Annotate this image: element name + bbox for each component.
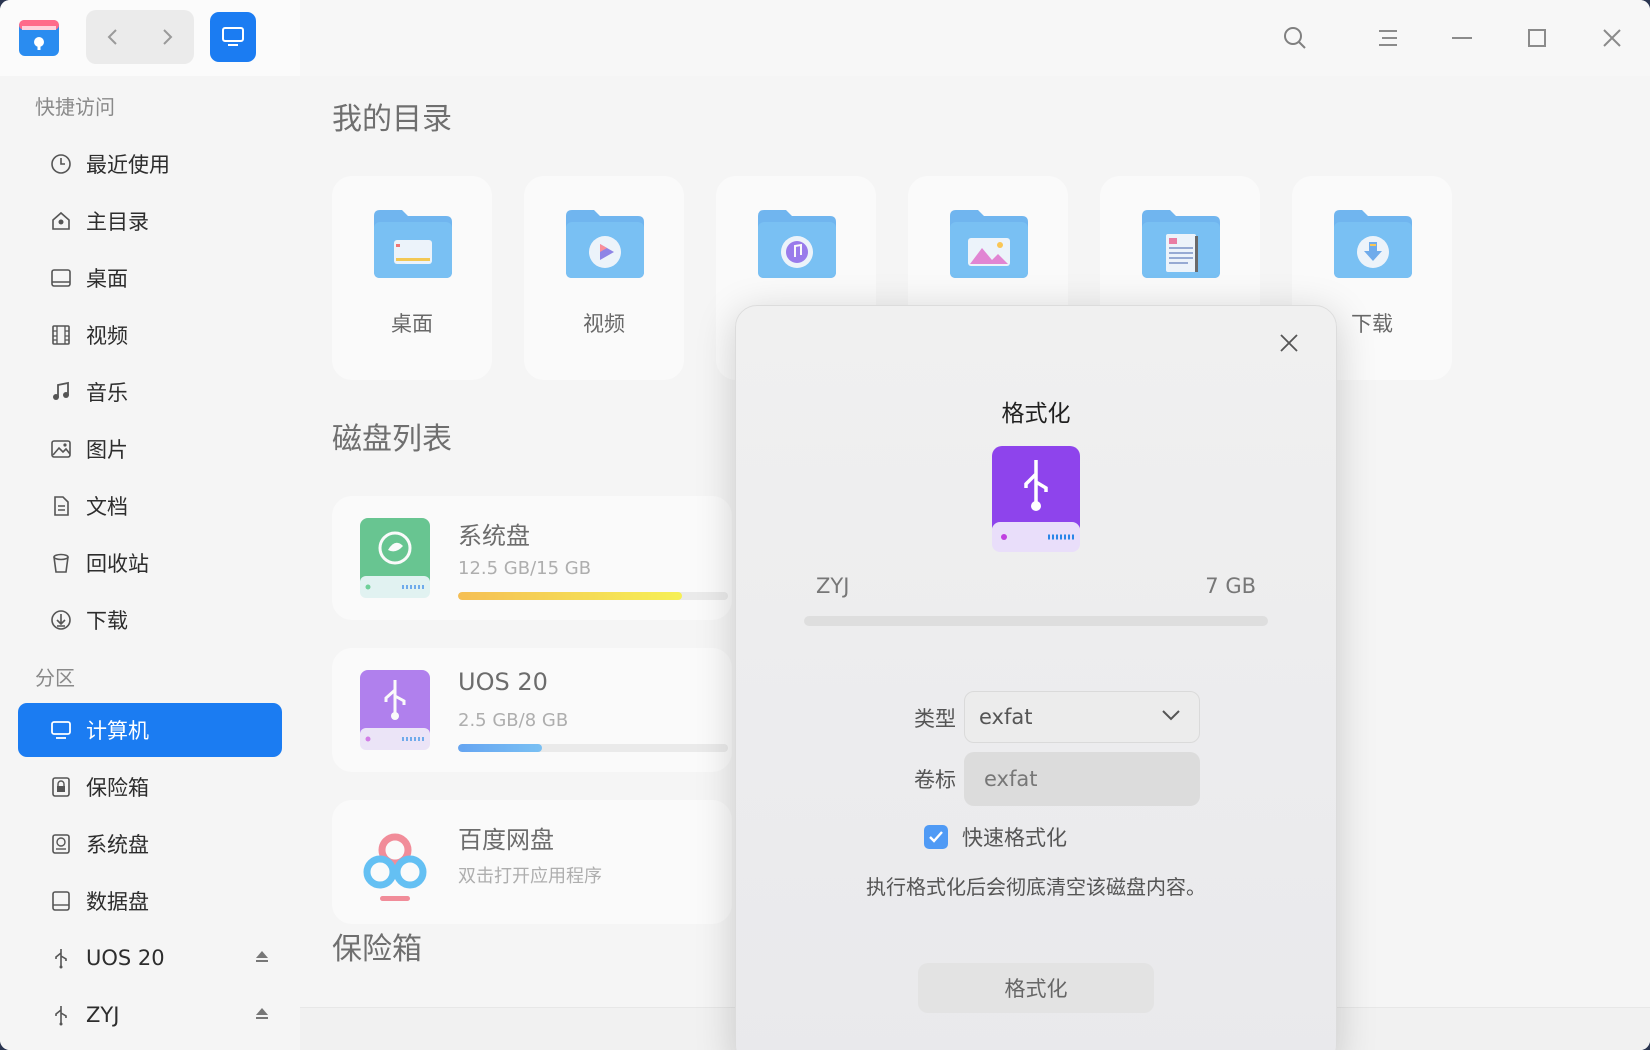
usb-icon bbox=[48, 945, 74, 971]
sidebar-item-label: 保险箱 bbox=[86, 776, 149, 800]
sidebar-item-vault[interactable]: 保险箱 bbox=[18, 760, 282, 814]
sidebar-item-pictures[interactable]: 图片 bbox=[18, 422, 282, 476]
sidebar-item-label: 主目录 bbox=[86, 210, 149, 234]
clock-icon bbox=[48, 151, 74, 177]
film-icon bbox=[48, 322, 74, 348]
sidebar-item-label: 最近使用 bbox=[86, 153, 170, 177]
desktop-icon bbox=[48, 265, 74, 291]
sidebar-item-label: 文档 bbox=[86, 495, 128, 519]
sidebar-item-home[interactable]: 主目录 bbox=[18, 194, 282, 248]
sidebar-item-documents[interactable]: 文档 bbox=[18, 479, 282, 533]
dialog-disk-name: ZYJ bbox=[816, 574, 850, 598]
sidebar-item-label: 数据盘 bbox=[86, 890, 149, 914]
quick-format-checkbox[interactable] bbox=[924, 825, 948, 849]
eject-icon[interactable] bbox=[254, 1006, 270, 1022]
sidebar-item-desktop[interactable]: 桌面 bbox=[18, 251, 282, 305]
sidebar-item-label: 图片 bbox=[86, 438, 128, 462]
sidebar-item-trash[interactable]: 回收站 bbox=[18, 536, 282, 590]
format-button[interactable]: 格式化 bbox=[918, 963, 1154, 1013]
sidebar-item-label: 下载 bbox=[86, 609, 128, 633]
sidebar-item-zyj[interactable]: ZYJ bbox=[18, 988, 282, 1042]
sidebar-item-videos[interactable]: 视频 bbox=[18, 308, 282, 362]
chevron-left-icon bbox=[107, 29, 117, 45]
sidebar-item-label: ZYJ bbox=[86, 1003, 120, 1027]
volume-label-input[interactable]: exfat bbox=[964, 752, 1200, 806]
type-label: 类型 bbox=[914, 707, 956, 731]
computer-view-button[interactable] bbox=[210, 12, 256, 62]
sidebar-item-downloads[interactable]: 下载 bbox=[18, 593, 282, 647]
dialog-title: 格式化 bbox=[1001, 401, 1071, 427]
eject-icon[interactable] bbox=[254, 949, 270, 965]
computer-icon bbox=[48, 717, 74, 743]
system-disk-icon bbox=[48, 831, 74, 857]
usb-icon bbox=[48, 1002, 74, 1028]
home-icon bbox=[48, 208, 74, 234]
dialog-disk-usage-bar bbox=[804, 616, 1268, 626]
sidebar-item-uos20[interactable]: UOS 20 bbox=[18, 931, 282, 985]
format-dialog: 格式化 ZYJ 7 GB 类型 exfat 卷标 exfat 快速格式化 执行格… bbox=[735, 305, 1337, 1050]
data-disk-icon bbox=[48, 888, 74, 914]
sidebar-item-computer[interactable]: 计算机 bbox=[18, 703, 282, 757]
chevron-right-icon bbox=[163, 29, 173, 45]
sidebar-item-data-disk[interactable]: 数据盘 bbox=[18, 874, 282, 928]
app-logo-icon bbox=[16, 14, 62, 60]
partition-heading: 分区 bbox=[35, 666, 75, 690]
monitor-icon bbox=[222, 27, 244, 46]
sidebar-item-recent[interactable]: 最近使用 bbox=[18, 137, 282, 191]
sidebar-item-music[interactable]: 音乐 bbox=[18, 365, 282, 419]
back-button[interactable] bbox=[86, 10, 140, 64]
close-icon bbox=[1280, 334, 1298, 352]
sidebar-item-label: 音乐 bbox=[86, 381, 128, 405]
sidebar-item-system-disk[interactable]: 系统盘 bbox=[18, 817, 282, 871]
file-manager-window: 快捷访问 最近使用 主目录 桌面 视频 音乐 图片 文档 回收站 下载 分区 计… bbox=[0, 0, 1650, 1050]
quick-format-label: 快速格式化 bbox=[962, 826, 1067, 850]
music-icon bbox=[48, 379, 74, 405]
dialog-close-button[interactable] bbox=[1274, 328, 1304, 358]
filesystem-type-select[interactable]: exfat bbox=[964, 691, 1200, 743]
navigation-buttons bbox=[86, 10, 194, 64]
sidebar: 快捷访问 最近使用 主目录 桌面 视频 音乐 图片 文档 回收站 下载 分区 计… bbox=[0, 76, 300, 1050]
image-icon bbox=[48, 436, 74, 462]
quick-access-heading: 快捷访问 bbox=[35, 95, 115, 119]
document-icon bbox=[48, 493, 74, 519]
checkmark-icon bbox=[929, 831, 943, 843]
sidebar-item-label: 视频 bbox=[86, 324, 128, 348]
format-warning-text: 执行格式化后会彻底清空该磁盘内容。 bbox=[866, 875, 1206, 899]
quick-format-option[interactable]: 快速格式化 bbox=[924, 822, 1067, 852]
vault-icon bbox=[48, 774, 74, 800]
sidebar-item-label: 回收站 bbox=[86, 552, 149, 576]
sidebar-item-label: 桌面 bbox=[86, 267, 128, 291]
filesystem-type-value: exfat bbox=[979, 705, 1033, 729]
sidebar-item-label: 系统盘 bbox=[86, 833, 149, 857]
forward-button[interactable] bbox=[140, 10, 194, 64]
sidebar-item-label: 计算机 bbox=[86, 719, 149, 743]
usb-drive-icon bbox=[992, 446, 1080, 552]
trash-icon bbox=[48, 550, 74, 576]
chevron-down-icon bbox=[1162, 710, 1180, 721]
sidebar-item-label: UOS 20 bbox=[86, 946, 165, 970]
download-icon bbox=[48, 607, 74, 633]
dialog-disk-capacity: 7 GB bbox=[1205, 574, 1256, 598]
volume-label-label: 卷标 bbox=[914, 768, 956, 792]
